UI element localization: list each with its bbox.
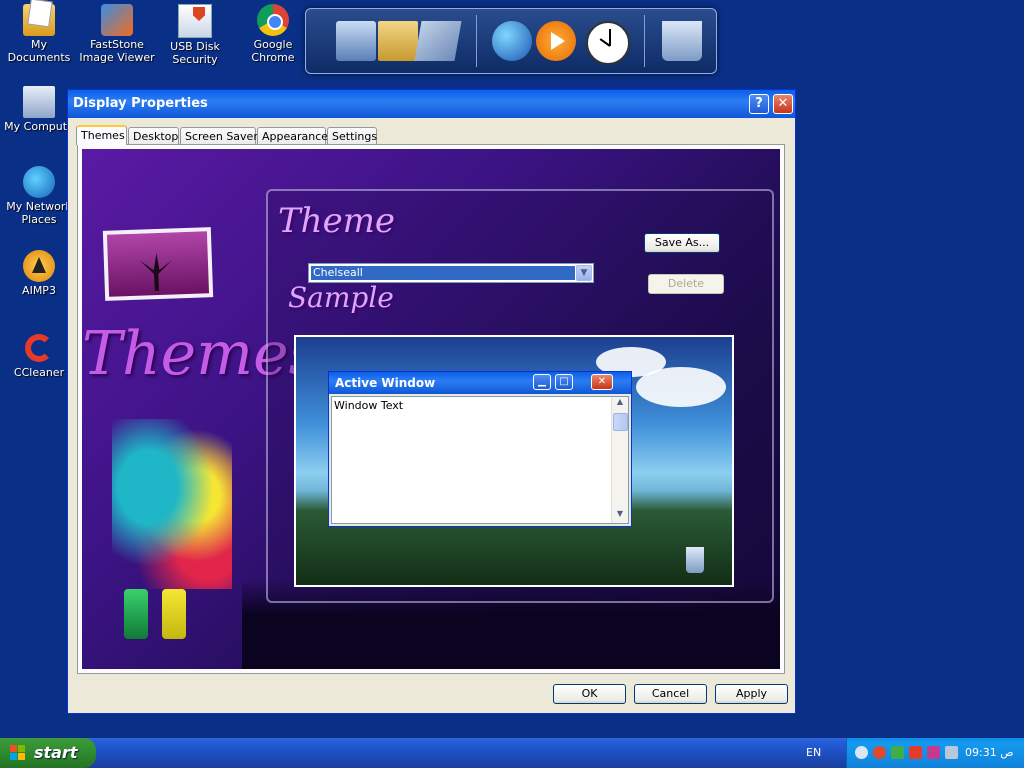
green-bottle-art — [124, 589, 148, 639]
desktop-icon-google-chrome[interactable]: Google Chrome — [234, 4, 312, 64]
minimize-icon: ▁ — [533, 374, 551, 390]
sample-window-body: Window Text ▲ ▼ — [331, 396, 629, 524]
dialog-titlebar[interactable]: Display Properties — [68, 90, 795, 118]
tree-photo — [102, 227, 214, 301]
themes-panel: Themes Theme Chelseall ▼ Save As... Dele… — [77, 144, 785, 674]
my-computer-icon — [23, 86, 55, 118]
help-icon: ? — [755, 96, 763, 111]
network-places-icon — [23, 166, 55, 198]
yellow-bottle-art — [162, 589, 186, 639]
windows-logo-icon — [10, 745, 26, 761]
tray-shield-icon[interactable] — [909, 746, 922, 759]
sample-recycle-bin-icon — [686, 547, 704, 573]
scroll-thumb — [613, 413, 628, 431]
tab-appearance[interactable]: Appearance — [257, 127, 328, 144]
globe-icon[interactable] — [492, 21, 532, 61]
ccleaner-icon — [23, 332, 55, 364]
dialog-title: Display Properties — [73, 96, 208, 111]
language-indicator[interactable]: EN — [806, 738, 821, 768]
sample-preview: Active Window ▁ □ ✕ Window Text ▲ ▼ — [294, 335, 734, 587]
folder-icon[interactable] — [378, 21, 418, 61]
dock-bar — [305, 8, 717, 74]
paint-splash-art — [112, 419, 232, 589]
start-label: start — [34, 743, 78, 762]
faststone-icon — [101, 4, 133, 36]
help-button[interactable]: ? — [749, 94, 769, 114]
sample-active-window: Active Window ▁ □ ✕ Window Text ▲ ▼ — [328, 371, 632, 527]
system-tray: 09:31 ص — [846, 738, 1024, 768]
tray-green-icon[interactable] — [891, 746, 904, 759]
tray-network-icon[interactable] — [927, 746, 940, 759]
theme-heading: Theme — [278, 201, 396, 241]
aimp-icon — [23, 250, 55, 282]
close-button[interactable]: ✕ — [773, 94, 793, 114]
desktop-icon-usb-disk-security[interactable]: USB Disk Security — [156, 4, 234, 66]
taskbar: start EN 09:31 ص — [0, 738, 1024, 768]
scroll-up-icon: ▲ — [616, 397, 624, 406]
maximize-icon: □ — [555, 374, 573, 390]
control-panel-icon[interactable] — [414, 21, 462, 61]
tray-antivirus-icon[interactable] — [873, 746, 886, 759]
desktop-icon-label: USB Disk Security — [170, 40, 220, 66]
ok-button[interactable]: OK — [553, 684, 626, 704]
tab-desktop[interactable]: Desktop — [128, 127, 179, 144]
chrome-icon — [257, 4, 289, 36]
chevron-down-icon[interactable]: ▼ — [576, 265, 592, 281]
clock-icon[interactable] — [586, 21, 630, 65]
dock-separator — [644, 15, 645, 67]
close-icon: ✕ — [777, 96, 789, 111]
tray-device-icon[interactable] — [945, 746, 958, 759]
media-player-icon[interactable] — [536, 21, 576, 61]
desktop-icon-label: My Documents — [7, 38, 71, 64]
theme-background-art: Themes Theme Chelseall ▼ Save As... Dele… — [82, 149, 780, 669]
delete-button[interactable]: Delete — [648, 274, 724, 294]
usb-disk-security-icon — [178, 4, 212, 38]
cloud-art — [636, 367, 726, 407]
apply-button[interactable]: Apply — [715, 684, 788, 704]
tab-settings[interactable]: Settings — [327, 127, 377, 144]
desktop-icon-faststone[interactable]: FastStone Image Viewer — [78, 4, 156, 64]
tab-themes[interactable]: Themes — [76, 125, 127, 145]
desktop-icon-label: FastStone Image Viewer — [79, 38, 155, 64]
desktop-icon-label: Google Chrome — [251, 38, 295, 64]
cancel-button[interactable]: Cancel — [634, 684, 707, 704]
desktop-icon-my-documents[interactable]: My Documents — [0, 4, 78, 64]
close-icon: ✕ — [591, 374, 613, 390]
start-button[interactable]: start — [0, 738, 96, 768]
scroll-down-icon: ▼ — [616, 509, 624, 518]
tray-minus-icon[interactable] — [855, 746, 868, 759]
sample-heading: Sample — [288, 281, 394, 314]
theme-select-value: Chelseall — [311, 266, 575, 280]
display-properties-dialog: Display Properties ? ✕ Themes Desktop Sc… — [67, 89, 796, 714]
save-as-button[interactable]: Save As... — [644, 233, 720, 253]
sample-scrollbar: ▲ ▼ — [611, 397, 628, 523]
dock-separator — [476, 15, 477, 67]
recycle-bin-icon[interactable] — [662, 21, 702, 61]
my-documents-icon — [23, 4, 55, 36]
sample-window-title: Active Window — [329, 372, 631, 394]
clock[interactable]: 09:31 ص — [965, 738, 1014, 768]
sample-window-text: Window Text — [334, 399, 404, 412]
theme-select[interactable]: Chelseall ▼ — [308, 263, 594, 283]
computer-icon[interactable] — [336, 21, 376, 61]
tab-screen-saver[interactable]: Screen Saver — [180, 127, 258, 144]
